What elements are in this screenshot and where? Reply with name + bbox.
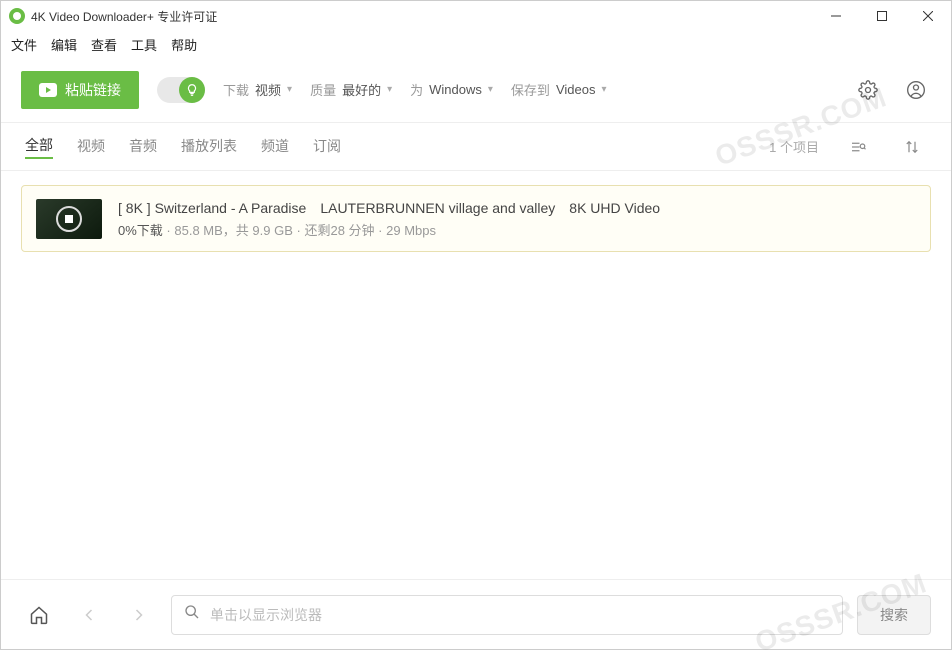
download-size: 85.8 MB	[174, 223, 222, 238]
window-controls	[813, 1, 951, 31]
stop-icon	[65, 215, 73, 223]
window-title: 4K Video Downloader+ 专业许可证	[31, 8, 813, 25]
paste-link-label: 粘贴链接	[65, 80, 121, 100]
menu-tools[interactable]: 工具	[131, 35, 157, 54]
tab-subscribe[interactable]: 订阅	[313, 136, 341, 158]
chevron-down-icon: ▾	[601, 84, 606, 95]
lightbulb-icon	[179, 77, 205, 103]
menu-view[interactable]: 查看	[91, 35, 117, 54]
maximize-button[interactable]	[859, 1, 905, 31]
titlebar: 4K Video Downloader+ 专业许可证	[1, 1, 951, 31]
smart-mode-toggle[interactable]	[157, 77, 205, 103]
download-info: [ 8K ] Switzerland - A Paradise LAUTERBR…	[118, 198, 916, 239]
downloads-list: [ 8K ] Switzerland - A Paradise LAUTERBR…	[1, 171, 951, 579]
sort-button[interactable]	[897, 132, 927, 162]
save-location-value: Videos	[556, 82, 596, 97]
settings-button[interactable]	[853, 75, 883, 105]
minimize-button[interactable]	[813, 1, 859, 31]
back-button[interactable]	[71, 597, 107, 633]
youtube-icon	[39, 83, 57, 97]
chevron-down-icon: ▾	[287, 84, 292, 95]
chevron-down-icon: ▾	[387, 84, 392, 95]
toolbar: 粘贴链接 下载 视频 ▾ 质量 最好的 ▾ 为 Windows ▾ 保存到 Vi…	[1, 57, 951, 123]
stop-button[interactable]	[56, 206, 82, 232]
download-total: 9.9 GB	[252, 223, 292, 238]
home-button[interactable]	[21, 597, 57, 633]
quality-label: 质量	[310, 80, 336, 99]
download-format-value: 视频	[255, 80, 281, 99]
tab-video[interactable]: 视频	[77, 136, 105, 158]
address-bar[interactable]	[171, 595, 843, 635]
search-button[interactable]: 搜索	[857, 595, 931, 635]
close-button[interactable]	[905, 1, 951, 31]
download-percent: 0%下载	[118, 223, 163, 238]
download-status: 0%下载 · 85.8 MB，共 9.9 GB · 还剩28 分钟 · 29 M…	[118, 220, 916, 239]
tab-audio[interactable]: 音频	[129, 136, 157, 158]
tab-channel[interactable]: 频道	[261, 136, 289, 158]
download-eta: 还剩28 分钟	[304, 223, 374, 238]
chevron-down-icon: ▾	[488, 84, 493, 95]
quality-value: 最好的	[342, 80, 381, 99]
video-thumbnail	[36, 199, 102, 239]
save-location-select[interactable]: 保存到 Videos ▾	[511, 80, 607, 99]
menu-help[interactable]: 帮助	[171, 35, 197, 54]
save-location-label: 保存到	[511, 80, 550, 99]
app-icon	[9, 8, 25, 24]
platform-label: 为	[410, 80, 423, 99]
filter-tabs: 全部 视频 音频 播放列表 频道 订阅 1 个项目	[1, 123, 951, 171]
download-speed: 29 Mbps	[386, 223, 436, 238]
paste-link-button[interactable]: 粘贴链接	[21, 71, 139, 109]
menu-file[interactable]: 文件	[11, 35, 37, 54]
browser-bar: 搜索	[1, 579, 951, 649]
menubar: 文件 编辑 查看 工具 帮助	[1, 31, 951, 57]
menu-edit[interactable]: 编辑	[51, 35, 77, 54]
platform-value: Windows	[429, 82, 482, 97]
address-input[interactable]	[210, 607, 830, 623]
download-title: [ 8K ] Switzerland - A Paradise LAUTERBR…	[118, 198, 916, 218]
display-options-button[interactable]	[843, 132, 873, 162]
tab-playlist[interactable]: 播放列表	[181, 136, 237, 158]
download-format-select[interactable]: 下载 视频 ▾	[223, 80, 292, 99]
forward-button[interactable]	[121, 597, 157, 633]
item-count: 1 个项目	[769, 137, 819, 156]
account-button[interactable]	[901, 75, 931, 105]
download-format-label: 下载	[223, 80, 249, 99]
platform-select[interactable]: 为 Windows ▾	[410, 80, 493, 99]
download-item[interactable]: [ 8K ] Switzerland - A Paradise LAUTERBR…	[21, 185, 931, 252]
tab-all[interactable]: 全部	[25, 135, 53, 159]
search-icon	[184, 604, 200, 625]
quality-select[interactable]: 质量 最好的 ▾	[310, 80, 392, 99]
